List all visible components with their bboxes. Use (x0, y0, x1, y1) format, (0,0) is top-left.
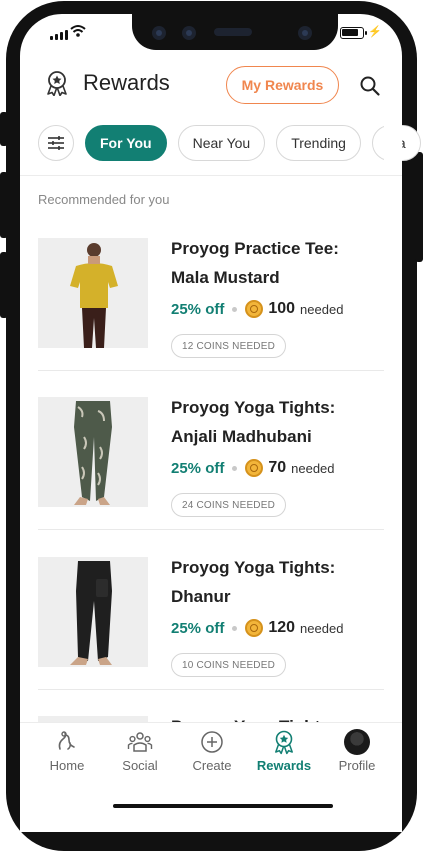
product-card[interactable]: Proyog Yoga Tights: Dhanur 25% off 120 n… (38, 557, 384, 677)
chip-near-you[interactable]: Near You (177, 125, 266, 161)
tab-label: Rewards (256, 758, 312, 773)
discount: 25% off (171, 300, 225, 318)
chip-for-you[interactable]: For You (85, 125, 167, 161)
product-card[interactable]: Proyog Yoga Tights: Anjali Madhubani 25%… (38, 397, 384, 517)
divider (20, 175, 402, 176)
filter-button[interactable] (38, 125, 74, 161)
dot-separator (232, 465, 238, 471)
product-image (38, 238, 148, 348)
search-icon[interactable] (358, 74, 382, 98)
tab-profile[interactable]: Profile (325, 729, 389, 773)
bottom-tab-bar: Home Social Create Rewards Profile (20, 722, 402, 778)
camera-icon (182, 26, 196, 40)
battery-icon (340, 27, 367, 39)
social-icon (127, 732, 153, 752)
coins-needed-badge: 24 COINS NEEDED (171, 493, 287, 517)
needed-label: needed (300, 620, 344, 636)
tab-rewards[interactable]: Rewards (252, 729, 316, 773)
tab-label: Create (192, 758, 232, 773)
charging-icon: ⚡ (368, 26, 382, 38)
needed-label: needed (291, 460, 335, 476)
divider (38, 529, 384, 530)
volume-up-button (0, 172, 8, 238)
signal-icon (50, 26, 68, 40)
page-title: Rewards (83, 70, 170, 95)
product-price: 25% off 70 needed (171, 459, 335, 477)
home-indicator[interactable] (113, 804, 333, 808)
avatar (344, 729, 370, 755)
section-title: Recommended for you (38, 192, 170, 207)
my-rewards-button[interactable]: My Rewards (226, 66, 339, 104)
product-price: 25% off 120 needed (171, 619, 343, 637)
tab-home[interactable]: Home (35, 729, 99, 773)
speaker (214, 28, 252, 36)
product-image (38, 557, 148, 667)
coin-icon (245, 300, 264, 318)
divider (38, 689, 384, 690)
coin-icon (245, 459, 264, 477)
filter-chips: For You Near You Trending Ga (38, 125, 421, 163)
notch (132, 14, 338, 50)
wifi-icon (70, 25, 86, 37)
product-price: 25% off 100 needed (171, 300, 343, 318)
coins-value: 100 (268, 300, 296, 317)
rewards-icon (275, 730, 293, 755)
product-title: Proyog Practice Tee: Mala Mustard (171, 239, 339, 287)
divider (38, 370, 384, 371)
filter-icon (48, 136, 64, 150)
tab-create[interactable]: Create (180, 729, 244, 773)
coins-needed-badge: 12 COINS NEEDED (171, 334, 287, 358)
side-button (0, 112, 8, 146)
home-icon (58, 731, 75, 750)
product-title: Proyog Yoga Tights: Dhanur (171, 558, 336, 606)
camera-icon (152, 26, 166, 40)
rewards-badge-icon (47, 71, 67, 96)
tab-label: Home (49, 758, 85, 773)
tab-social[interactable]: Social (108, 729, 172, 773)
chip-scroll-mask (384, 120, 402, 170)
coins-needed-badge: 10 COINS NEEDED (171, 653, 287, 677)
product-card[interactable]: Proyog Practice Tee: Mala Mustard 25% of… (38, 238, 384, 358)
discount: 25% off (171, 619, 225, 637)
dot-separator (232, 306, 238, 312)
power-button (415, 152, 423, 262)
discount: 25% off (171, 459, 225, 477)
camera-icon (298, 26, 312, 40)
coin-icon (245, 619, 264, 637)
needed-label: needed (300, 301, 344, 317)
product-title: Proyog Yoga Tights: Anjali Madhubani (171, 398, 336, 446)
chip-trending[interactable]: Trending (276, 125, 361, 161)
coins-value: 120 (268, 619, 296, 636)
product-image (38, 397, 148, 507)
tab-label: Profile (338, 758, 376, 773)
dot-separator (232, 625, 238, 631)
create-icon (201, 731, 223, 753)
tab-label: Social (122, 758, 158, 773)
coins-value: 70 (268, 459, 287, 476)
volume-down-button (0, 252, 8, 318)
